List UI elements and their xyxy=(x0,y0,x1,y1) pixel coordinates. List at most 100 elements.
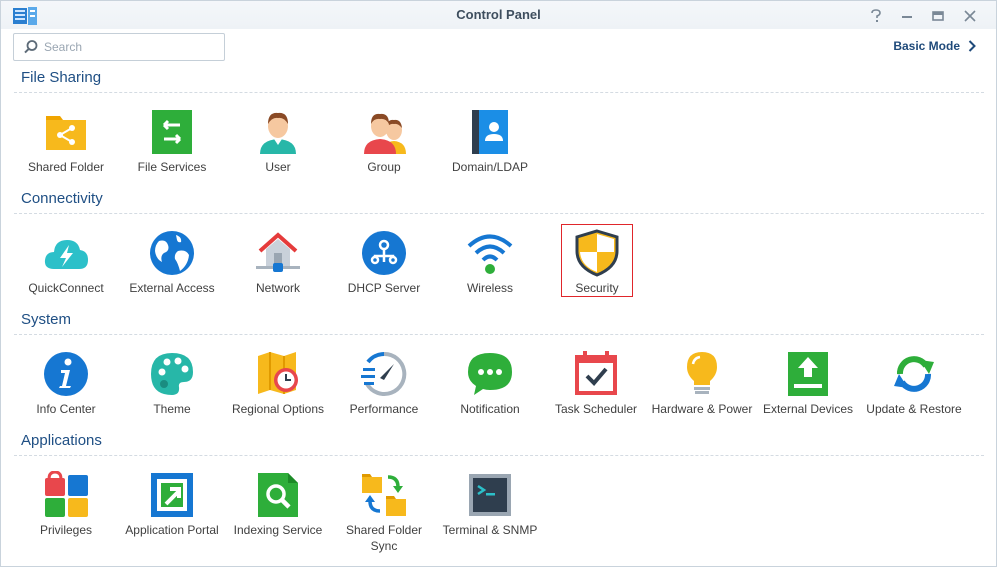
item-external-devices[interactable]: External Devices xyxy=(756,350,860,417)
theme-icon xyxy=(151,353,193,395)
item-label: Task Scheduler xyxy=(554,402,638,416)
external-access-icon xyxy=(150,231,194,275)
title-bar[interactable]: Control Panel xyxy=(1,1,996,29)
section-title-applications: Applications xyxy=(21,432,102,449)
item-security[interactable]: Security xyxy=(561,224,633,297)
section-divider xyxy=(14,92,984,93)
info-center-icon xyxy=(44,352,88,396)
group-icon xyxy=(364,113,406,154)
item-label: Privileges xyxy=(39,523,93,537)
item-label: Notification xyxy=(460,402,520,416)
item-domain-ldap[interactable]: Domain/LDAP xyxy=(438,108,542,175)
help-icon xyxy=(871,9,881,22)
maximize-button[interactable] xyxy=(929,7,947,25)
item-group[interactable]: Group xyxy=(332,108,436,175)
item-shared-folder-sync[interactable]: Shared Folder Sync xyxy=(332,471,436,554)
minimize-button[interactable] xyxy=(898,7,916,25)
item-label: Update & Restore xyxy=(866,402,962,416)
item-label: Wireless xyxy=(466,281,513,295)
item-label: DHCP Server xyxy=(347,281,421,295)
section-title-file-sharing: File Sharing xyxy=(21,69,102,86)
item-label: User xyxy=(265,160,291,174)
item-label: External Devices xyxy=(762,402,854,416)
external-devices-icon xyxy=(788,352,828,396)
basic-mode-link[interactable]: Basic Mode xyxy=(893,39,976,53)
shared-folder-sync-icon xyxy=(362,474,406,516)
hardware-power-icon xyxy=(687,352,717,394)
search-box[interactable] xyxy=(13,33,225,61)
item-theme[interactable]: Theme xyxy=(120,350,224,417)
item-hardware-power[interactable]: Hardware & Power xyxy=(650,350,754,417)
item-task-scheduler[interactable]: Task Scheduler xyxy=(544,350,648,417)
item-label: QuickConnect xyxy=(28,281,104,295)
item-label: Hardware & Power xyxy=(651,402,753,416)
item-network[interactable]: Network xyxy=(226,229,330,296)
item-indexing-service[interactable]: Indexing Service xyxy=(226,471,330,538)
item-privileges[interactable]: Privileges xyxy=(14,471,118,538)
control-panel-window: Control Panel Search Basic Mode File Sha… xyxy=(0,0,997,567)
dhcp-server-icon xyxy=(362,231,406,275)
item-label: Terminal & SNMP xyxy=(442,523,538,537)
item-quickconnect[interactable]: QuickConnect xyxy=(14,229,118,296)
close-button[interactable] xyxy=(961,7,979,25)
item-application-portal[interactable]: Application Portal xyxy=(120,471,224,538)
section-divider xyxy=(14,213,984,214)
section-title-system: System xyxy=(21,311,72,328)
user-icon xyxy=(260,112,296,154)
maximize-icon xyxy=(932,11,944,21)
item-notification[interactable]: Notification xyxy=(438,350,542,417)
item-file-services[interactable]: File Services xyxy=(120,108,224,175)
application-portal-icon xyxy=(151,473,193,517)
item-label: Security xyxy=(575,281,619,295)
item-label: Domain/LDAP xyxy=(451,160,529,174)
item-label: Shared Folder xyxy=(27,160,105,174)
item-label: Group xyxy=(367,160,401,174)
section-divider xyxy=(14,334,984,335)
notification-icon xyxy=(468,353,512,395)
minimize-icon xyxy=(902,16,912,18)
item-info-center[interactable]: Info Center xyxy=(14,350,118,417)
network-icon xyxy=(256,232,300,272)
indexing-service-icon xyxy=(258,473,298,517)
item-performance[interactable]: Performance xyxy=(332,350,436,417)
item-regional-options[interactable]: Regional Options xyxy=(226,350,330,417)
window-title: Control Panel xyxy=(456,7,541,22)
performance-icon xyxy=(361,351,407,396)
item-wireless[interactable]: Wireless xyxy=(438,229,542,296)
item-label: Regional Options xyxy=(231,402,325,416)
item-update-restore[interactable]: Update & Restore xyxy=(862,350,966,417)
update-restore-icon xyxy=(894,356,934,392)
file-services-icon xyxy=(152,110,192,154)
item-label: Network xyxy=(255,281,300,295)
item-user[interactable]: User xyxy=(226,108,330,175)
section-divider xyxy=(14,455,984,456)
basic-mode-label: Basic Mode xyxy=(893,39,960,53)
shared-folder-icon xyxy=(46,116,86,150)
item-terminal-snmp[interactable]: Terminal & SNMP xyxy=(438,471,542,538)
item-label: Info Center xyxy=(36,402,96,416)
domain-ldap-icon xyxy=(472,110,508,154)
close-icon xyxy=(964,10,976,22)
security-icon xyxy=(575,229,619,277)
task-scheduler-icon xyxy=(575,351,617,395)
chevron-right-icon xyxy=(968,40,976,52)
item-label: Shared Folder Sync xyxy=(345,523,423,553)
item-label: Performance xyxy=(349,402,419,416)
item-dhcp-server[interactable]: DHCP Server xyxy=(332,229,436,296)
regional-options-icon xyxy=(258,352,298,394)
search-icon xyxy=(24,40,38,54)
help-button[interactable] xyxy=(867,7,885,25)
item-external-access[interactable]: External Access xyxy=(120,229,224,296)
quickconnect-icon xyxy=(44,240,88,269)
item-label: File Services xyxy=(137,160,207,174)
item-label: Theme xyxy=(153,402,191,416)
privileges-icon xyxy=(45,471,88,517)
item-shared-folder[interactable]: Shared Folder xyxy=(14,108,118,175)
item-label: External Access xyxy=(129,281,215,295)
terminal-snmp-icon xyxy=(469,474,511,516)
search-input[interactable] xyxy=(42,37,221,57)
item-label: Indexing Service xyxy=(233,523,323,537)
item-label: Application Portal xyxy=(125,523,219,537)
section-title-connectivity: Connectivity xyxy=(21,190,103,207)
wireless-icon xyxy=(467,234,513,274)
